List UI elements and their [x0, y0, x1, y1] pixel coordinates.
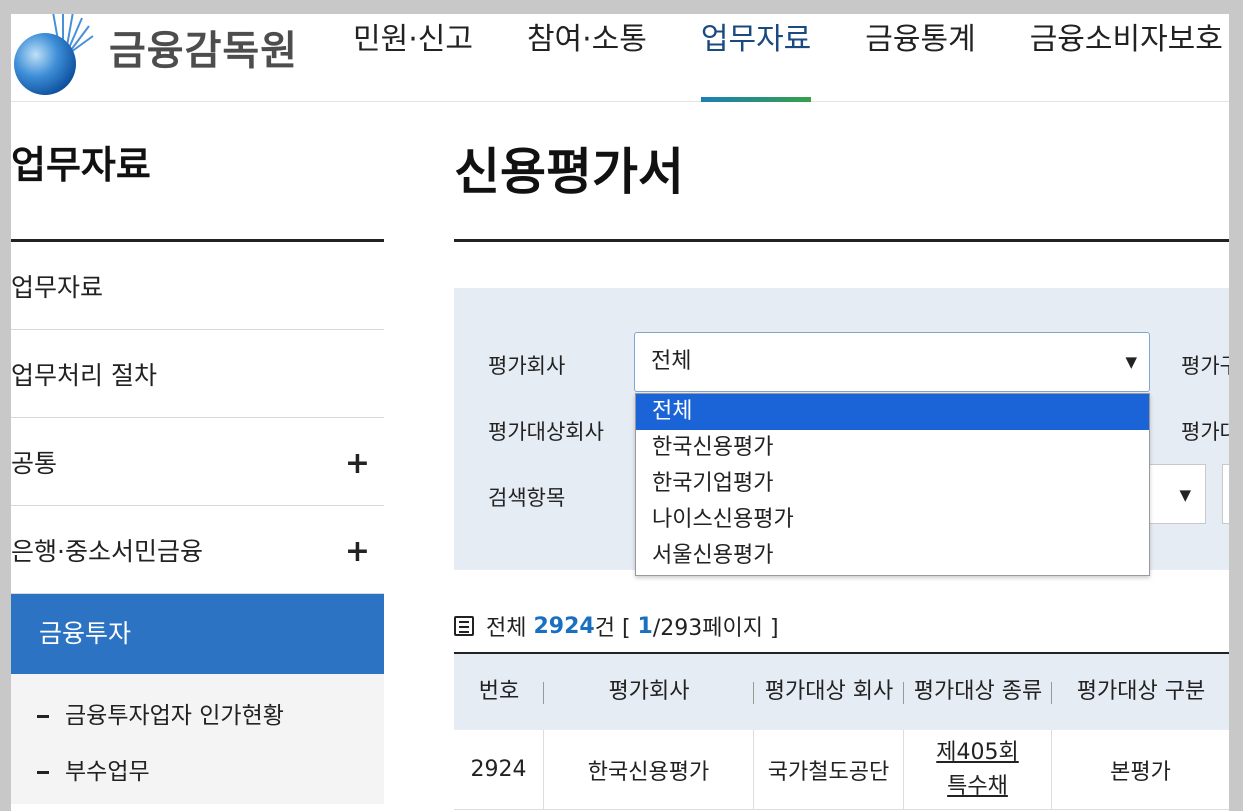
nav-item-work-data[interactable]: 업무자료: [700, 14, 812, 102]
label-target: 평가대상: [1181, 420, 1229, 444]
cell-kind: 제405회특수채: [904, 730, 1052, 809]
nav-item-statistics[interactable]: 금융통계: [865, 14, 975, 102]
sidebar-item-banking[interactable]: 은행·중소서민금융 +: [11, 506, 384, 594]
results-table: 번호 평가회사 평가대상 회사 평가대상 종류 평가대상 구분 2924 한국신…: [454, 652, 1229, 810]
sidebar-item-label: 업무자료: [11, 273, 104, 302]
label-company: 평가회사: [488, 354, 566, 378]
chevron-down-icon: ▼: [1125, 353, 1137, 371]
sidebar-item-procedure[interactable]: 업무처리 절차: [11, 330, 384, 418]
total-count: 2924: [533, 613, 595, 639]
kind-line1: 제405회: [936, 739, 1019, 765]
main-nav: 민원·신고 참여·소통 업무자료 금융통계 금융소비자보호: [353, 14, 1229, 102]
sidebar-title: 업무자료: [11, 143, 151, 187]
sidebar-subitem-label: 금융투자업자 인가현황: [65, 703, 284, 729]
label-search-item: 검색항목: [488, 486, 566, 510]
sidebar-subitem-label: 부수업무: [65, 759, 150, 785]
sidebar-item-label: 공통: [11, 449, 58, 478]
dropdown-option[interactable]: 서울신용평가: [636, 538, 1149, 574]
page: 금융감독원 민원·신고 참여·소통 업무자료 금융통계 금융소비자보호 업무자료…: [11, 14, 1229, 811]
company-dropdown-list: 전체 한국신용평가 한국기업평가 나이스신용평가 서울신용평가: [635, 393, 1150, 576]
sidebar-item-common[interactable]: 공통 +: [11, 418, 384, 506]
sidebar-submenu: 금융투자업자 인가현황 부수업무: [11, 674, 384, 804]
expand-plus-icon[interactable]: +: [345, 418, 370, 510]
logo[interactable]: 금융감독원: [11, 14, 311, 96]
result-summary: 전체 2924 건 [ 1/293페이지 ]: [454, 610, 779, 642]
sidebar-item-work-data[interactable]: 업무자료: [11, 242, 384, 330]
page-suffix: /293페이지 ]: [652, 616, 779, 641]
cell-company: 한국신용평가: [544, 730, 754, 809]
dropdown-option[interactable]: 나이스신용평가: [636, 502, 1149, 538]
kind-line2: 특수채: [947, 773, 1008, 799]
col-header-target-company: 평가대상 회사: [754, 654, 904, 730]
company-select[interactable]: 전체 ▼: [634, 332, 1150, 392]
page-title: 신용평가서: [454, 143, 684, 201]
dash-icon: [37, 715, 49, 718]
table-header: 번호 평가회사 평가대상 회사 평가대상 종류 평가대상 구분: [454, 652, 1229, 730]
table-row: 2924 한국신용평가 국가철도공단 제405회특수채 본평가: [454, 730, 1229, 810]
title-divider: [454, 239, 1229, 242]
sidebar-subitem-ancillary[interactable]: 부수업무: [11, 744, 384, 800]
col-header-kind: 평가대상 종류: [904, 654, 1052, 730]
dropdown-option[interactable]: 전체: [636, 394, 1149, 430]
current-page: 1: [637, 613, 653, 639]
header: 금융감독원 민원·신고 참여·소통 업무자료 금융통계 금융소비자보호: [11, 14, 1229, 102]
nav-item-participation[interactable]: 참여·소통: [527, 14, 647, 102]
dropdown-option[interactable]: 한국신용평가: [636, 430, 1149, 466]
sidebar-item-label: 업무처리 절차: [11, 361, 157, 390]
col-header-no: 번호: [454, 654, 544, 730]
logo-globe-icon: [14, 14, 94, 95]
total-prefix: 전체: [486, 616, 527, 641]
company-select-value: 전체: [651, 349, 692, 374]
nav-item-civil[interactable]: 민원·신고: [353, 14, 473, 102]
total-count-suffix: 건 [: [594, 616, 638, 641]
dropdown-option[interactable]: 한국기업평가: [636, 466, 1149, 502]
nav-item-consumer[interactable]: 금융소비자보호: [1030, 14, 1223, 102]
label-target-company: 평가대상회사: [488, 420, 604, 444]
expand-plus-icon[interactable]: +: [345, 506, 370, 598]
cell-no: 2924: [454, 730, 544, 809]
sidebar-subitem-license[interactable]: 금융투자업자 인가현황: [11, 688, 384, 744]
sidebar-item-label: 은행·중소서민금융: [11, 537, 203, 566]
cell-category: 본평가: [1052, 730, 1229, 809]
dash-icon: [37, 771, 49, 774]
label-type: 평가구분: [1181, 354, 1229, 378]
list-icon: [454, 616, 474, 636]
chevron-down-icon: ▼: [1179, 486, 1191, 504]
sidebar-item-investment[interactable]: 금융투자: [11, 594, 384, 674]
date-input[interactable]: 2: [1222, 464, 1229, 524]
search-item-select[interactable]: ▼: [1150, 464, 1206, 524]
kind-link[interactable]: 제405회특수채: [936, 736, 1018, 804]
cell-target-company: 국가철도공단: [754, 730, 904, 809]
col-header-company: 평가회사: [544, 654, 754, 730]
col-header-category: 평가대상 구분: [1052, 654, 1229, 730]
sidebar: 업무자료 업무처리 절차 공통 + 은행·중소서민금융 + 금융투자 금융투자업…: [11, 242, 384, 804]
logo-text: 금융감독원: [109, 28, 298, 74]
